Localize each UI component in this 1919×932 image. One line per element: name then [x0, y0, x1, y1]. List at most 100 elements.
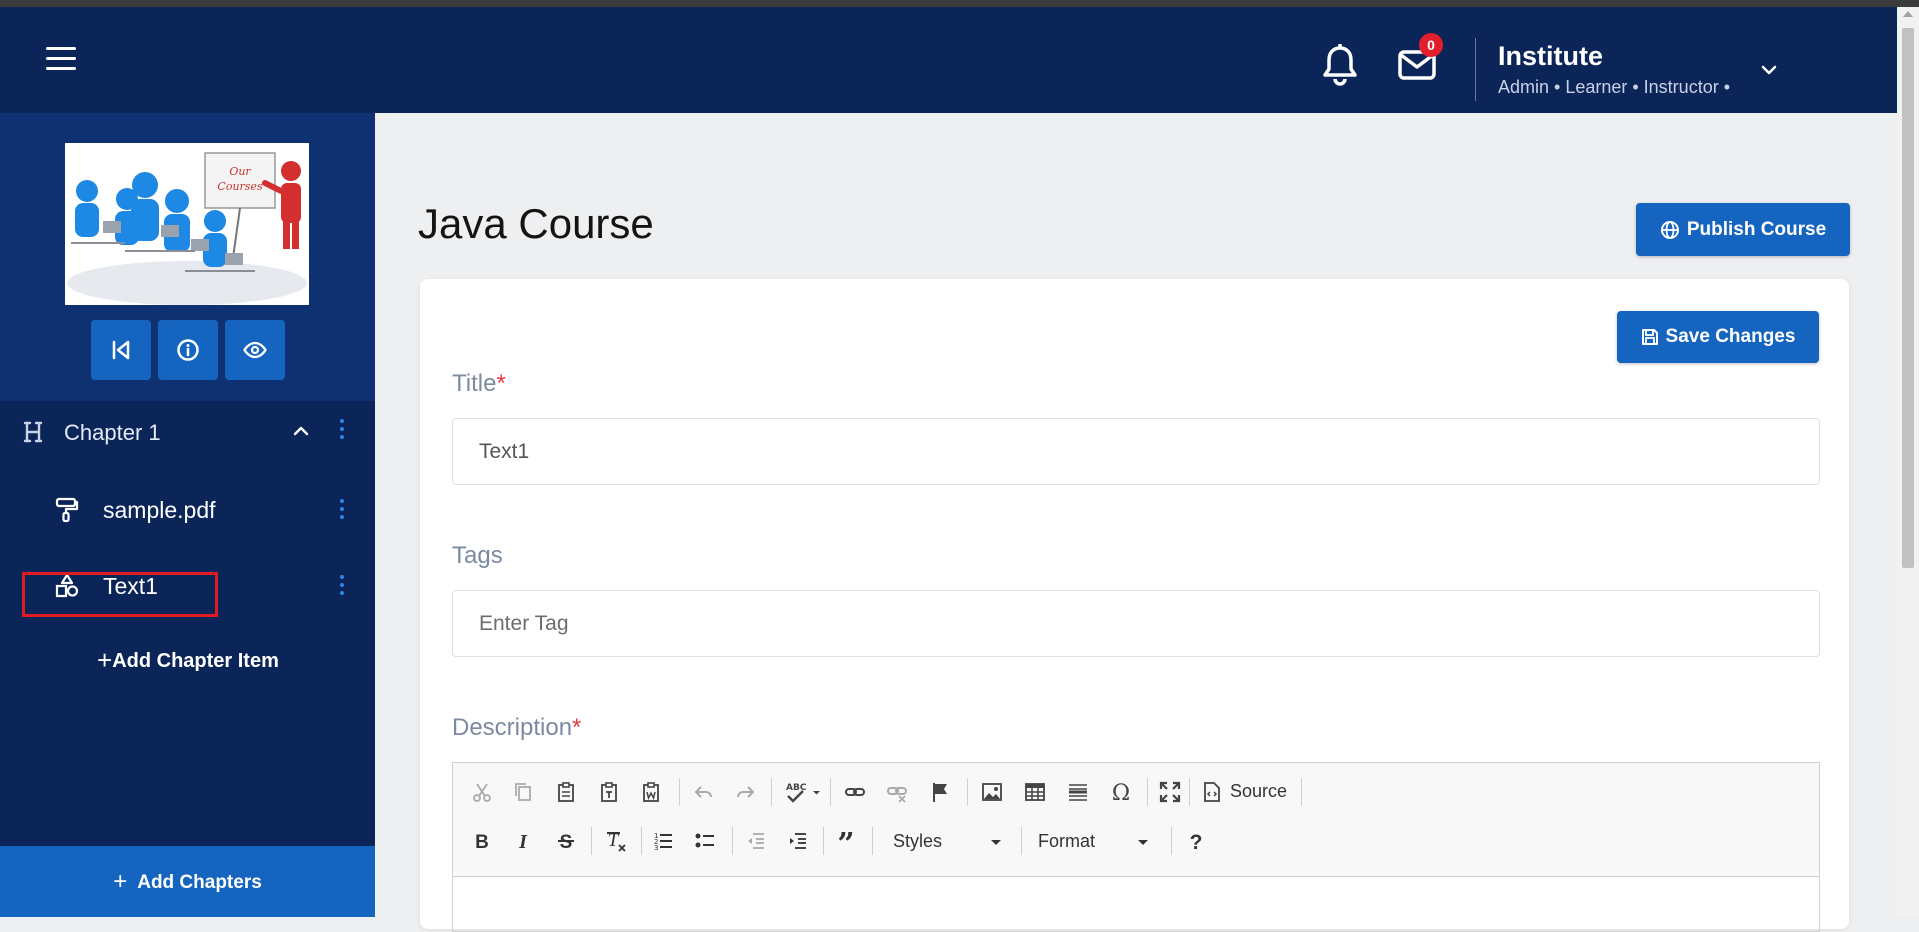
course-thumbnail: Our Courses	[65, 143, 309, 305]
horizontal-rule-icon[interactable]	[1065, 779, 1091, 805]
title-input[interactable]: Text1	[452, 418, 1820, 485]
scrollbar-thumb[interactable]	[1902, 28, 1914, 568]
special-character-icon[interactable]: Ω	[1108, 779, 1134, 805]
selection-highlight	[22, 572, 218, 617]
heading-icon	[23, 421, 43, 443]
toolbar-separator	[732, 827, 733, 855]
eye-icon	[243, 341, 267, 359]
toolbar-separator	[1301, 778, 1302, 806]
chapter-item-label: sample.pdf	[103, 497, 216, 523]
cut-icon[interactable]	[469, 779, 495, 805]
description-rich-text-editor[interactable]: ABC Ω Source B I S T 123 ” Styles	[452, 762, 1820, 932]
copy-icon[interactable]	[510, 779, 536, 805]
format-dropdown-label: Format	[1038, 831, 1096, 851]
user-roles: Admin • Learner • Instructor •	[1498, 77, 1730, 97]
add-chapters-button[interactable]: + Add Chapters	[0, 846, 375, 917]
toolbar-separator	[679, 778, 680, 806]
add-chapter-item-label: Add Chapter Item	[112, 650, 279, 672]
dropdown-arrow-icon	[1138, 840, 1148, 845]
toolbar-separator	[967, 778, 968, 806]
svg-text:Our: Our	[229, 165, 251, 178]
top-navbar: 0 Institute Admin • Learner • Instructor…	[0, 7, 1897, 113]
publish-course-label: Publish Course	[1686, 218, 1827, 240]
preview-button[interactable]	[225, 320, 285, 380]
publish-course-button[interactable]: Publish Course	[1636, 203, 1850, 256]
maximize-icon[interactable]	[1157, 779, 1183, 805]
styles-dropdown[interactable]: Styles	[883, 828, 1011, 856]
paint-roller-icon	[55, 497, 79, 523]
svg-text:B: B	[475, 832, 489, 852]
numbered-list-icon[interactable]: 123	[650, 828, 676, 854]
image-icon[interactable]	[979, 779, 1005, 805]
toolbar-separator	[1171, 827, 1172, 855]
back-to-start-button[interactable]	[91, 320, 151, 380]
anchor-flag-icon[interactable]	[927, 779, 953, 805]
paste-word-icon[interactable]	[638, 779, 664, 805]
unlink-icon[interactable]	[884, 779, 910, 805]
styles-dropdown-label: Styles	[893, 831, 943, 851]
bell-icon[interactable]	[1320, 43, 1360, 87]
item-more-icon[interactable]	[337, 499, 347, 523]
title-field-label: Title*	[452, 370, 506, 397]
bulleted-list-icon[interactable]	[692, 828, 718, 854]
page-title: Java Course	[418, 200, 654, 247]
chapter-title: Chapter 1	[64, 420, 161, 445]
table-icon[interactable]	[1022, 779, 1048, 805]
globe-icon	[1660, 220, 1679, 239]
info-icon	[177, 339, 199, 361]
hamburger-icon[interactable]	[44, 47, 78, 73]
save-changes-label: Save Changes	[1665, 326, 1796, 347]
strikethrough-icon[interactable]: S	[553, 828, 579, 854]
undo-icon[interactable]	[691, 779, 717, 805]
svg-text:ABC: ABC	[786, 783, 807, 793]
source-icon[interactable]	[1199, 779, 1225, 805]
item-more-icon[interactable]	[337, 575, 347, 599]
svg-text:Courses: Courses	[217, 180, 263, 193]
outdent-icon[interactable]	[742, 828, 768, 854]
user-name: Institute	[1498, 41, 1603, 71]
redo-icon[interactable]	[732, 779, 758, 805]
browser-frame-strip	[0, 0, 1919, 7]
toolbar-separator	[830, 778, 831, 806]
mail-count-badge: 0	[1419, 33, 1443, 57]
chapter-more-icon[interactable]	[337, 419, 347, 443]
paste-text-icon[interactable]	[596, 779, 622, 805]
chapter-item[interactable]: sample.pdf	[0, 481, 375, 537]
toolbar-separator	[641, 827, 642, 855]
dropdown-arrow-icon	[991, 840, 1001, 845]
description-field-label: Description*	[452, 714, 582, 741]
format-dropdown[interactable]: Format	[1028, 828, 1156, 856]
paste-icon[interactable]	[553, 779, 579, 805]
course-sidebar: Our Courses Chapter 1 sample.pdf Text1 +…	[0, 113, 375, 917]
toolbar-separator	[872, 827, 873, 855]
remove-format-icon[interactable]: T	[603, 828, 629, 854]
chevron-down-icon[interactable]	[1760, 63, 1778, 77]
blockquote-icon[interactable]: ”	[833, 828, 859, 854]
save-changes-button[interactable]: Save Changes	[1617, 311, 1819, 363]
help-icon[interactable]: ?	[1183, 828, 1209, 854]
svg-text:I: I	[518, 831, 528, 852]
add-chapter-item-button[interactable]: +Add Chapter Item	[97, 643, 279, 675]
svg-text:Ω: Ω	[1112, 781, 1130, 803]
chapter-row[interactable]: Chapter 1	[0, 401, 375, 461]
toolbar-separator	[823, 827, 824, 855]
chevron-up-icon[interactable]	[293, 425, 309, 437]
toolbar-separator	[1147, 778, 1148, 806]
link-icon[interactable]	[842, 779, 868, 805]
toolbar-separator	[1021, 827, 1022, 855]
tags-input[interactable]: Enter Tag	[452, 590, 1820, 657]
sidebar-course-header: Our Courses	[0, 113, 375, 401]
indent-icon[interactable]	[784, 828, 810, 854]
user-menu[interactable]: Institute Admin • Learner • Instructor •	[1498, 39, 1730, 98]
bold-icon[interactable]: B	[469, 828, 495, 854]
editor-toolbar: ABC Ω Source B I S T 123 ” Styles	[453, 763, 1819, 877]
skip-back-icon	[112, 340, 130, 360]
floppy-disk-icon	[1641, 329, 1658, 345]
source-button[interactable]: Source	[1230, 781, 1287, 802]
italic-icon[interactable]: I	[510, 828, 536, 854]
course-info-button[interactable]	[158, 320, 218, 380]
scroll-up-arrow[interactable]	[1903, 11, 1913, 17]
add-chapters-label: Add Chapters	[137, 872, 262, 893]
svg-text:”: ”	[837, 830, 854, 852]
spellcheck-icon[interactable]: ABC	[783, 779, 823, 805]
